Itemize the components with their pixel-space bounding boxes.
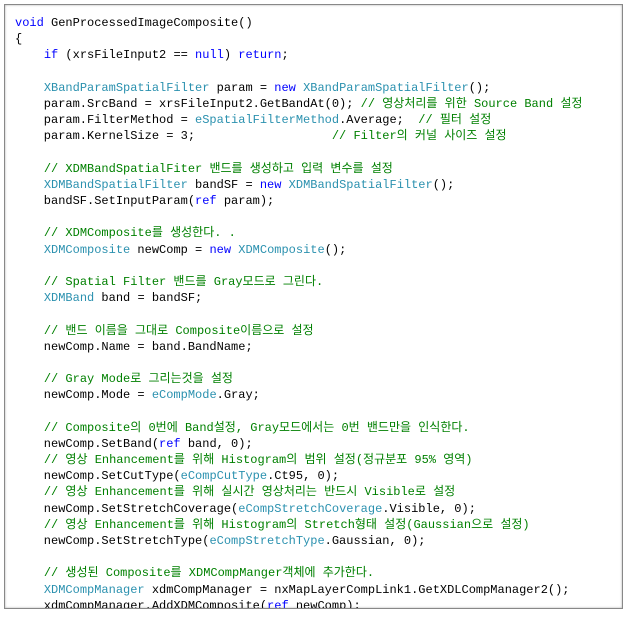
comment: // Composite의 0번에 Band설정, Gray모드에서는 0번 밴… <box>44 421 470 435</box>
code-text: { <box>15 32 22 46</box>
code-text: .Gaussian, 0); <box>325 534 426 548</box>
code-text: xdmCompManager.AddXDMComposite( <box>15 599 267 609</box>
code-text <box>296 81 303 95</box>
type: XDMComposite <box>238 243 324 257</box>
code-text: band = bandSF; <box>94 291 202 305</box>
comment: // 밴드 이름을 그대로 Composite이름으로 설정 <box>44 324 314 338</box>
type: XDMComposite <box>44 243 130 257</box>
keyword: new <box>274 81 296 95</box>
code-text: xdmCompManager = nxMapLayerCompLink1.Get… <box>145 583 570 597</box>
code-text: newComp = <box>130 243 209 257</box>
code-text: param.KernelSize = 3; <box>15 129 332 143</box>
code-text: (); <box>325 243 347 257</box>
code-text: GenProcessedImageComposite() <box>44 16 253 30</box>
comment: // 영상 Enhancement를 위해 Histogram의 범위 설정(정… <box>44 453 473 467</box>
code-text <box>15 566 44 580</box>
keyword: if <box>44 48 58 62</box>
type: XBandParamSpatialFilter <box>303 81 469 95</box>
code-text <box>15 81 44 95</box>
code-text: newComp.Mode = <box>15 388 152 402</box>
comment: // XDMComposite를 생성한다. . <box>44 226 236 240</box>
type: eCompMode <box>152 388 217 402</box>
code-text <box>281 178 288 192</box>
code-text: newComp.SetCutType( <box>15 469 181 483</box>
code-text: newComp.SetBand( <box>15 437 159 451</box>
type: XDMCompManager <box>44 583 145 597</box>
type: XDMBandSpatialFilter <box>44 178 188 192</box>
type: eSpatialFilterMethod <box>195 113 339 127</box>
code-text: param = <box>209 81 274 95</box>
keyword: return <box>238 48 281 62</box>
code-text: param.SrcBand = xrsFileInput2.GetBandAt(… <box>15 97 361 111</box>
code-text: .Visible, 0); <box>382 502 476 516</box>
code-text: param); <box>217 194 275 208</box>
type: eCompCutType <box>181 469 267 483</box>
comment: // Spatial Filter 밴드를 Gray모드로 그린다. <box>44 275 323 289</box>
comment: // 생성된 Composite를 XDMCompManger객체에 추가한다. <box>44 566 374 580</box>
comment: // Gray Mode로 그리는것을 설정 <box>44 372 233 386</box>
comment: // Filter의 커널 사이즈 설정 <box>332 129 507 143</box>
code-text: bandSF.SetInputParam( <box>15 194 195 208</box>
code-text <box>15 162 44 176</box>
code-text: newComp.SetStretchCoverage( <box>15 502 238 516</box>
code-text: param.FilterMethod = <box>15 113 195 127</box>
type: XDMBand <box>44 291 94 305</box>
keyword: new <box>209 243 231 257</box>
code-text <box>15 275 44 289</box>
keyword: ref <box>159 437 181 451</box>
code-text <box>15 453 44 467</box>
type: eCompStretchCoverage <box>238 502 382 516</box>
type: XDMBandSpatialFilter <box>289 178 433 192</box>
code-text: (); <box>433 178 455 192</box>
code-text <box>15 226 44 240</box>
code-text <box>15 372 44 386</box>
code-text <box>15 324 44 338</box>
code-text <box>15 518 44 532</box>
keyword: new <box>260 178 282 192</box>
code-block: void GenProcessedImageComposite() { if (… <box>4 4 623 609</box>
type: XBandParamSpatialFilter <box>44 81 210 95</box>
code-text: newComp.SetStretchType( <box>15 534 209 548</box>
code-text: (); <box>469 81 491 95</box>
comment: // 필터 설정 <box>418 113 491 127</box>
code-text <box>15 178 44 192</box>
keyword: ref <box>267 599 289 609</box>
code-text: newComp.Name = band.BandName; <box>15 340 253 354</box>
code-text: .Gray; <box>217 388 260 402</box>
keyword: ref <box>195 194 217 208</box>
code-text: ; <box>281 48 288 62</box>
code-text <box>15 291 44 305</box>
code-text: band, 0); <box>181 437 253 451</box>
code-text: (xrsFileInput2 == <box>58 48 195 62</box>
code-text: bandSF = <box>188 178 260 192</box>
code-text <box>15 421 44 435</box>
comment: // 영상 Enhancement를 위해 Histogram의 Stretch… <box>44 518 530 532</box>
keyword: null <box>195 48 224 62</box>
keyword: void <box>15 16 44 30</box>
code-text <box>15 48 44 62</box>
code-text: .Ct95, 0); <box>267 469 339 483</box>
code-text: newComp); <box>289 599 361 609</box>
code-text: .Average; <box>339 113 418 127</box>
comment: // 영상 Enhancement를 위해 실시간 영상처리는 반드시 Visi… <box>44 485 455 499</box>
code-text <box>15 243 44 257</box>
comment: // 영상처리를 위한 Source Band 설정 <box>361 97 583 111</box>
code-text <box>15 583 44 597</box>
code-text <box>15 485 44 499</box>
comment: // XDMBandSpatialFiter 밴드를 생성하고 입력 변수를 설… <box>44 162 393 176</box>
type: eCompStretchType <box>209 534 324 548</box>
code-text: ) <box>224 48 238 62</box>
